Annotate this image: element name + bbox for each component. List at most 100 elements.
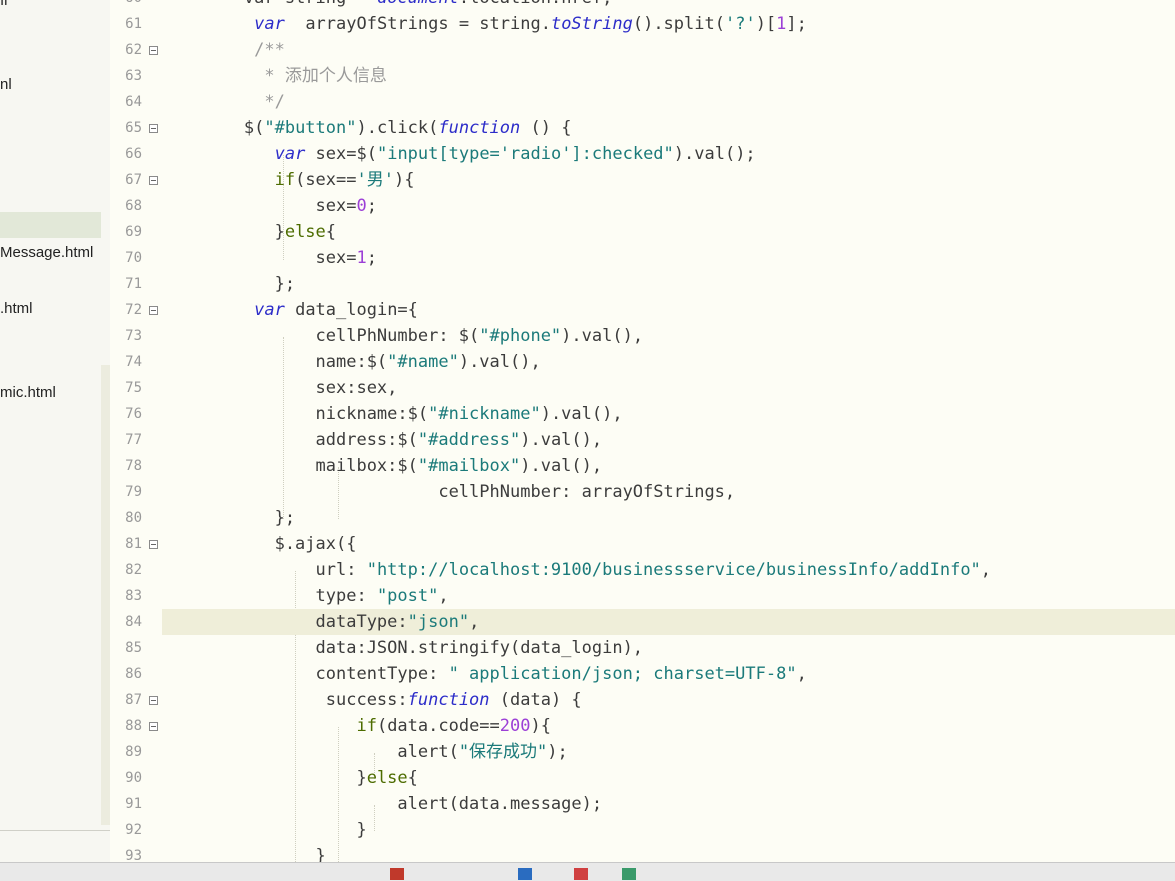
code-token: data:JSON.stringify(data_login), [162, 638, 644, 658]
code-line[interactable]: alert("保存成功"); [162, 739, 1175, 765]
code-token: success: [162, 690, 408, 710]
line-number: 85 [125, 640, 142, 656]
code-line[interactable]: sex=0; [162, 193, 1175, 219]
code-line[interactable]: } [162, 817, 1175, 843]
file-item[interactable]: mic.html [0, 384, 56, 401]
code-line[interactable]: }else{ [162, 219, 1175, 245]
code-line[interactable]: $("#button").click(function () { [162, 115, 1175, 141]
fold-toggle-icon[interactable] [149, 306, 158, 315]
code-token: ; [366, 196, 377, 216]
code-line[interactable]: mailbox:$("#mailbox").val(), [162, 453, 1175, 479]
code-line[interactable]: nickname:$("#nickname").val(), [162, 401, 1175, 427]
file-item-selected[interactable] [0, 212, 101, 238]
code-token: sex=$( [305, 144, 377, 164]
code-line[interactable]: $.ajax({ [162, 531, 1175, 557]
app-icon[interactable] [622, 868, 636, 880]
code-token: ).val(), [520, 456, 603, 476]
fold-toggle-icon[interactable] [149, 176, 158, 185]
code-editor[interactable]: var string = document.location.href; var… [162, 0, 1175, 862]
code-line[interactable]: cellPhNumber: arrayOfStrings, [162, 479, 1175, 505]
code-token: /** [162, 40, 285, 60]
code-token: toString [550, 14, 633, 34]
line-number: 63 [125, 68, 142, 84]
code-token: "保存成功" [458, 742, 548, 762]
file-item[interactable]: ıl [0, 0, 8, 9]
line-number: 88 [125, 718, 142, 734]
code-line[interactable]: /** [162, 37, 1175, 63]
code-line[interactable]: var data_login={ [162, 297, 1175, 323]
file-item[interactable]: Message.html [0, 244, 93, 261]
fold-toggle-icon[interactable] [149, 540, 158, 549]
code-line[interactable]: var string = document.location.href; [162, 0, 1175, 11]
code-token: address:$( [162, 430, 418, 450]
code-line[interactable]: }; [162, 505, 1175, 531]
code-token: (sex== [295, 170, 357, 190]
code-token: 200 [499, 716, 531, 736]
code-line[interactable]: url: "http://localhost:9100/businessserv… [162, 557, 1175, 583]
file-item[interactable]: nl [0, 76, 12, 93]
code-line[interactable]: alert(data.message); [162, 791, 1175, 817]
fold-toggle-icon[interactable] [149, 696, 158, 705]
code-token: }; [162, 508, 296, 528]
line-number: 80 [125, 510, 142, 526]
code-line[interactable]: contentType: " application/json; charset… [162, 661, 1175, 687]
code-line[interactable]: if(data.code==200){ [162, 713, 1175, 739]
code-line[interactable]: sex=1; [162, 245, 1175, 271]
code-line[interactable]: }; [162, 271, 1175, 297]
code-token: )[ [755, 14, 777, 34]
line-number: 87 [125, 692, 142, 708]
code-token: "#mailbox" [417, 456, 521, 476]
code-line[interactable]: var sex=$("input[type='radio']:checked")… [162, 141, 1175, 167]
file-label: ıl [0, 0, 8, 9]
code-token: var string = [244, 0, 377, 8]
line-number: 66 [125, 146, 142, 162]
code-token: var [254, 14, 285, 34]
code-line[interactable]: cellPhNumber: $("#phone").val(), [162, 323, 1175, 349]
code-token: "#nickname" [428, 404, 541, 424]
line-number: 86 [125, 666, 142, 682]
code-line[interactable]: name:$("#name").val(), [162, 349, 1175, 375]
code-token: ).val(), [540, 404, 623, 424]
fold-toggle-icon[interactable] [149, 124, 158, 133]
line-number: 89 [125, 744, 142, 760]
line-number: 90 [125, 770, 142, 786]
line-number: 60 [110, 0, 142, 11]
line-number: 62 [125, 42, 142, 58]
app-icon[interactable] [390, 868, 404, 880]
code-token: * 添加个人信息 [162, 66, 387, 86]
code-token: ().split( [632, 14, 725, 34]
code-token: (data.code== [376, 716, 500, 736]
code-line[interactable]: data:JSON.stringify(data_login), [162, 635, 1175, 661]
file-item[interactable]: .html [0, 300, 33, 317]
code-token: } [162, 768, 367, 788]
fold-toggle-icon[interactable] [149, 722, 158, 731]
code-token: { [407, 768, 418, 788]
code-line[interactable]: success:function (data) { [162, 687, 1175, 713]
code-line[interactable]: var arrayOfStrings = string.toString().s… [162, 11, 1175, 37]
code-line[interactable]: }else{ [162, 765, 1175, 791]
code-token: function [407, 690, 490, 710]
code-token: ]; [786, 14, 807, 34]
code-line[interactable]: sex:sex, [162, 375, 1175, 401]
code-line[interactable]: */ [162, 89, 1175, 115]
code-line[interactable]: address:$("#address").val(), [162, 427, 1175, 453]
code-token: ).val(); [673, 144, 756, 164]
fold-toggle-icon[interactable] [149, 46, 158, 55]
code-line[interactable]: * 添加个人信息 [162, 63, 1175, 89]
app-icon[interactable] [518, 868, 532, 880]
line-number: 73 [125, 328, 142, 344]
code-token: ){ [530, 716, 551, 736]
line-number: 84 [125, 614, 142, 630]
code-token: dataType: [162, 612, 408, 632]
app-icon[interactable] [574, 868, 588, 880]
code-line[interactable]: if(sex=='男'){ [162, 167, 1175, 193]
code-line[interactable]: type: "post", [162, 583, 1175, 609]
current-code-line[interactable]: dataType:"json", [162, 609, 1175, 635]
sidebar-scroll-strip[interactable] [101, 365, 110, 825]
line-number: 82 [125, 562, 142, 578]
code-line[interactable]: } [162, 843, 1175, 862]
